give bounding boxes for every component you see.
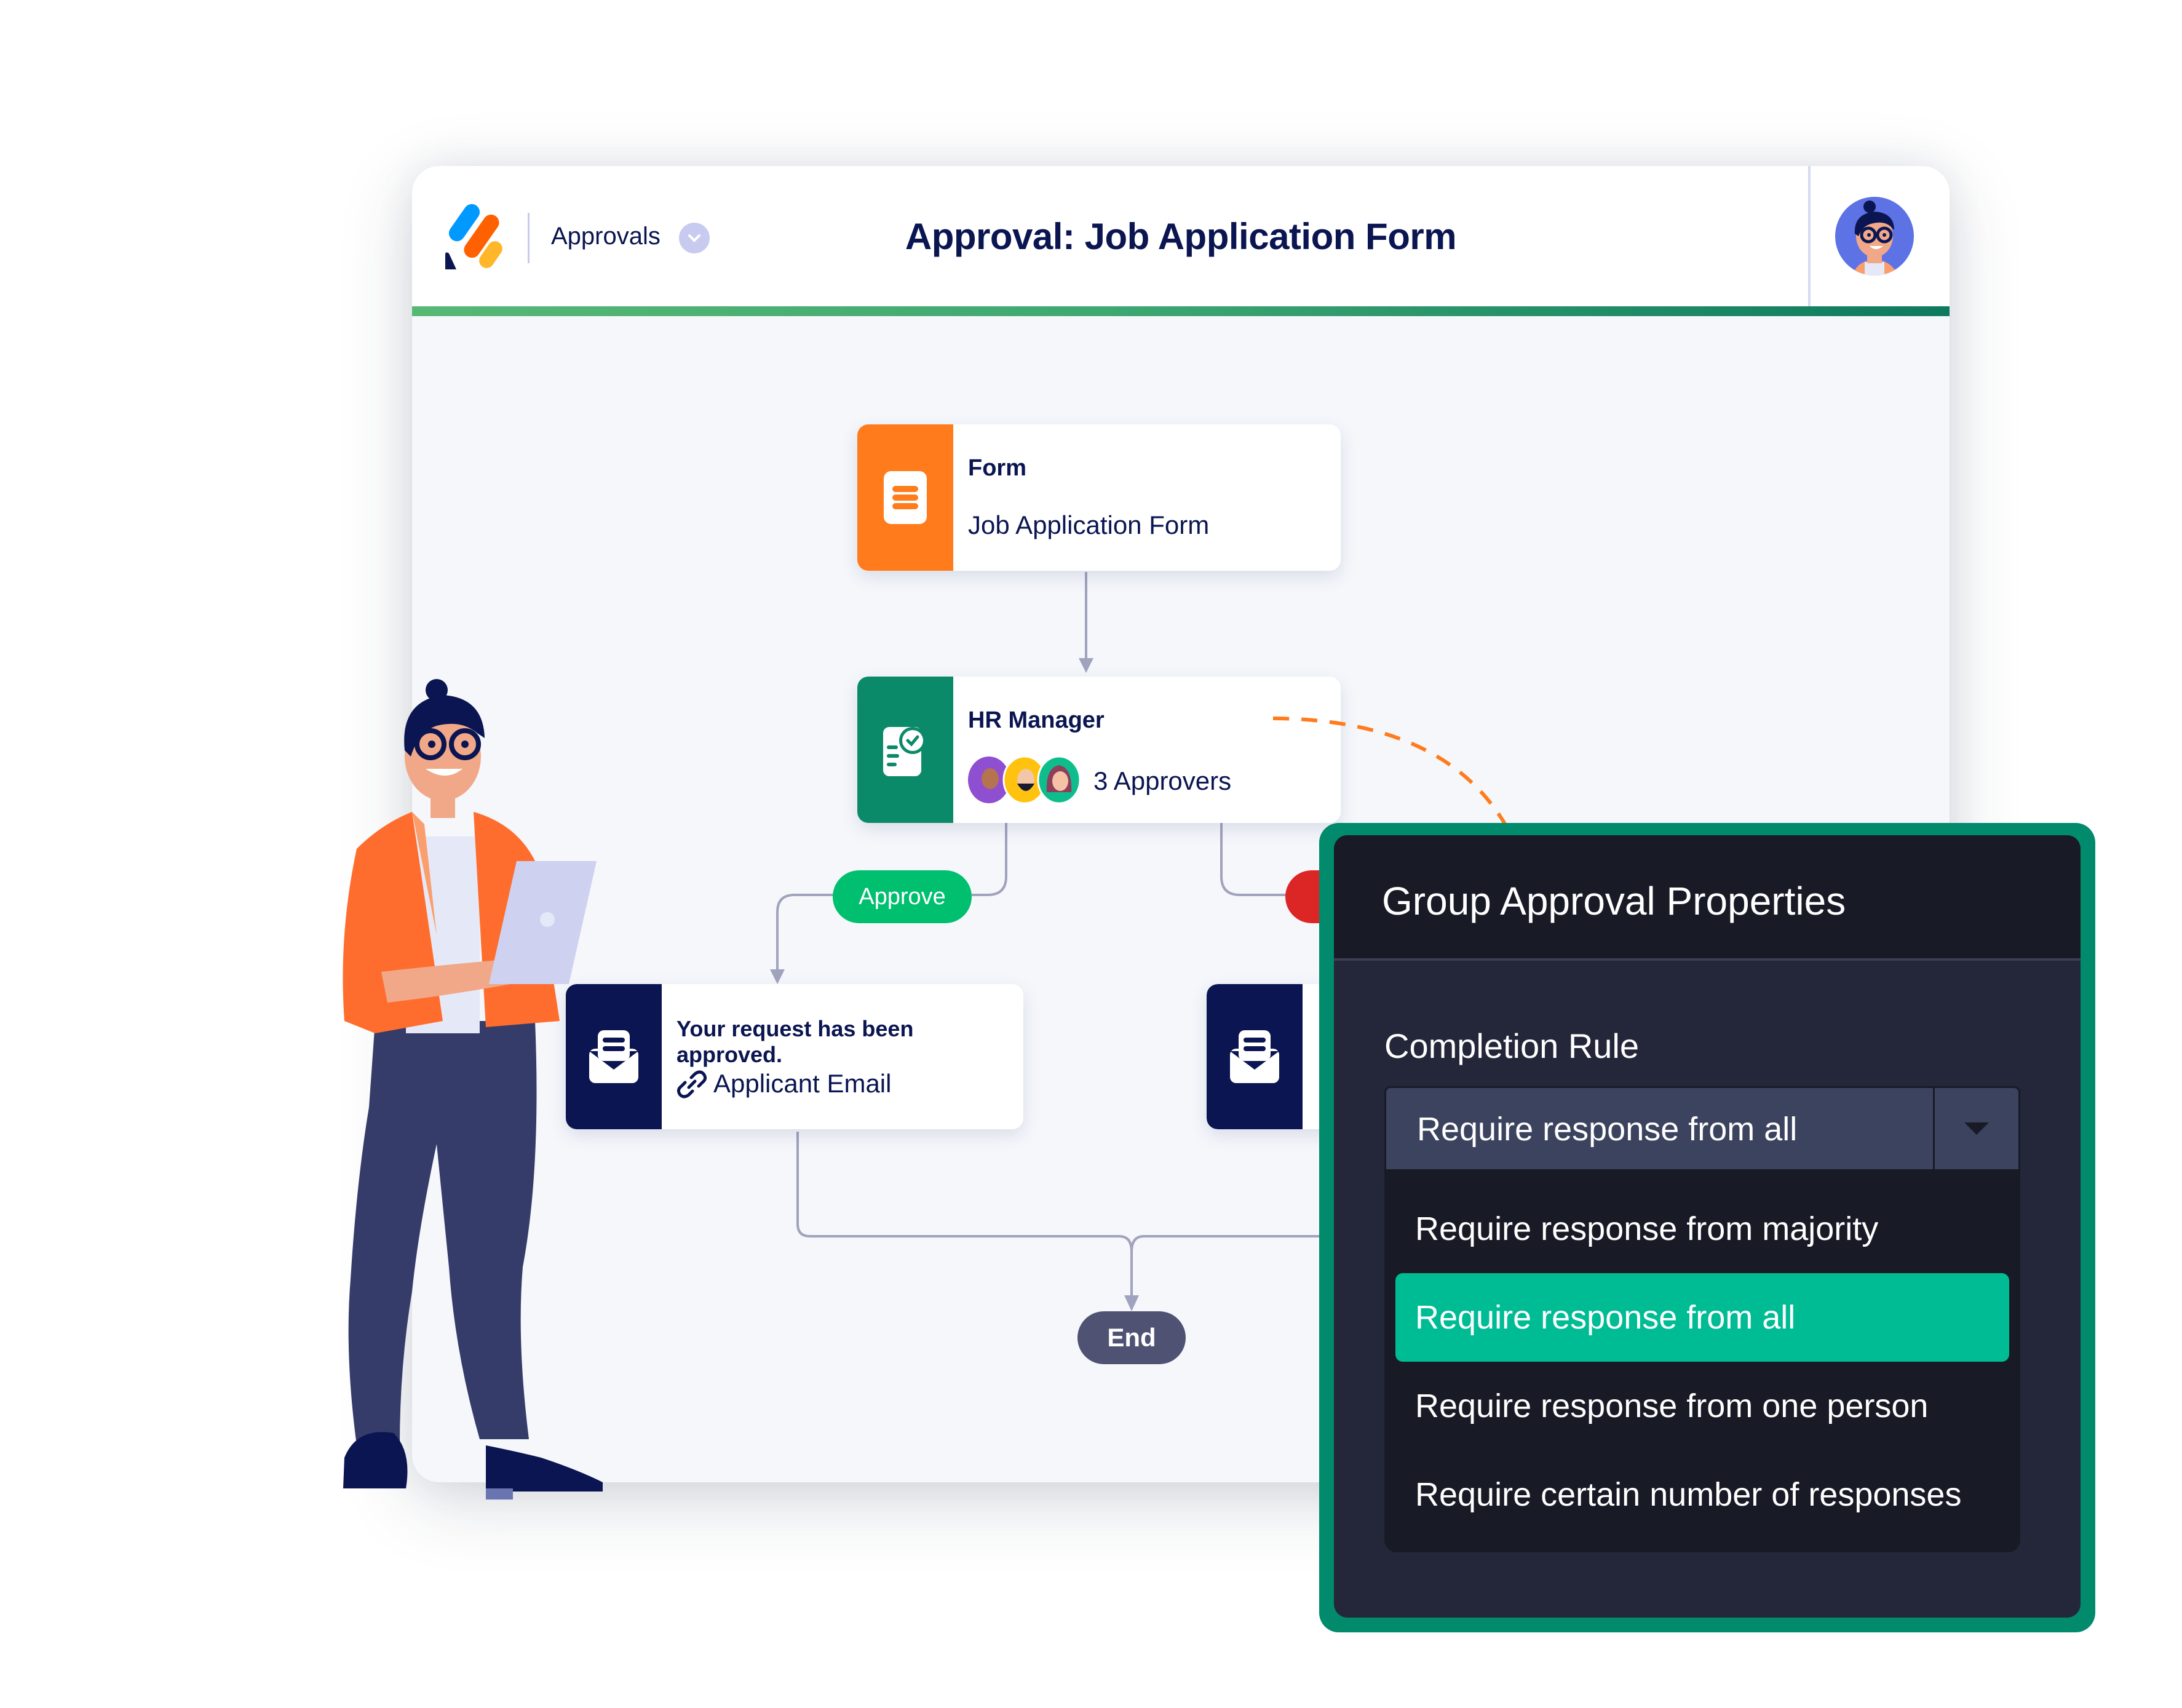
group-approval-properties-panel: Group Approval Properties Completion Rul… — [1319, 823, 2095, 1632]
completion-rule-value: Require response from all — [1417, 1111, 1798, 1148]
completion-rule-select[interactable]: Require response from all — [1384, 1086, 2020, 1171]
option-certain-number[interactable]: Require certain number of responses — [1395, 1450, 2009, 1539]
panel-title: Group Approval Properties — [1382, 879, 1846, 923]
completion-rule-options: Require response from majority Require r… — [1384, 1171, 2020, 1552]
completion-rule-label: Completion Rule — [1384, 1027, 1639, 1065]
panel-body: Group Approval Properties Completion Rul… — [1334, 835, 2081, 1618]
panel-header: Group Approval Properties — [1334, 835, 2081, 961]
person-illustration — [343, 679, 603, 1499]
option-one-person[interactable]: Require response from one person — [1395, 1362, 2009, 1450]
caret-down-icon — [1964, 1122, 1989, 1135]
dropdown-toggle[interactable] — [1933, 1088, 2018, 1169]
option-majority[interactable]: Require response from majority — [1395, 1185, 2009, 1273]
option-all[interactable]: Require response from all — [1395, 1273, 2009, 1362]
